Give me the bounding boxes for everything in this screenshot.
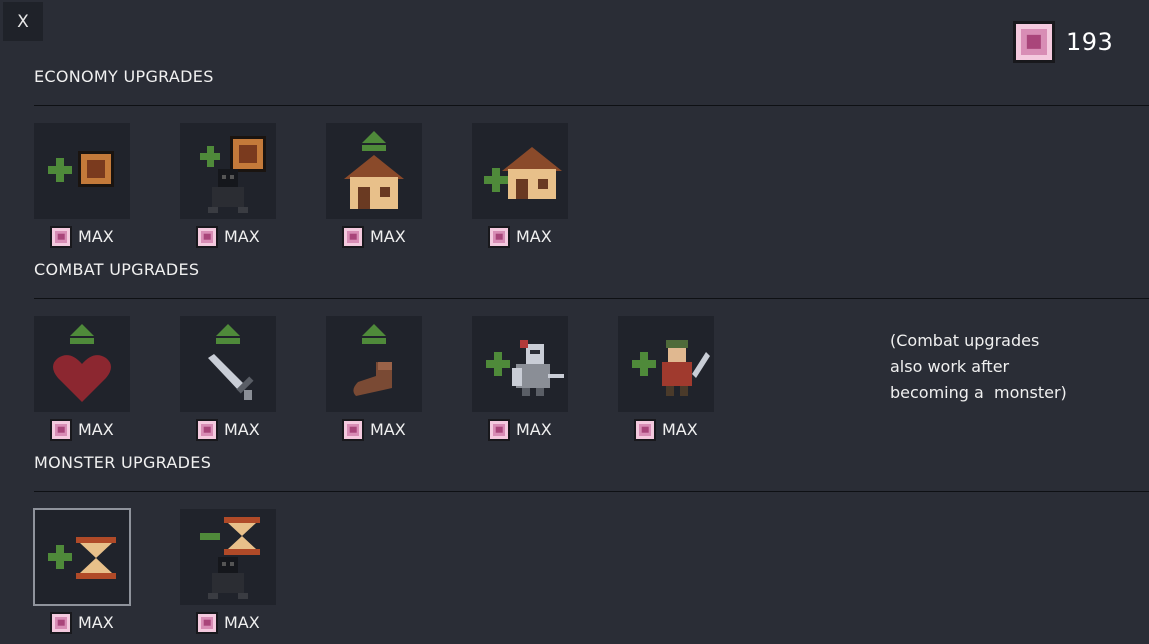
price-text: MAX [78, 613, 114, 632]
upgrade-house-icon [344, 131, 404, 209]
price-label: MAX [196, 611, 260, 634]
price-label: MAX [196, 225, 260, 248]
price-label: MAX [342, 418, 406, 441]
combat-note: (Combat upgrades also work after becomin… [890, 328, 1090, 406]
close-button[interactable]: X [3, 2, 43, 41]
combat-divider [34, 298, 1149, 299]
upgrade-card-upgrade-house[interactable] [326, 123, 422, 219]
price-text: MAX [662, 420, 698, 439]
upgrade-card-plus-house[interactable] [472, 123, 568, 219]
note-line: becoming a monster) [890, 383, 1067, 402]
gem-icon [488, 418, 510, 441]
upgrade-sword-icon [208, 324, 254, 400]
upgrade-card-upgrade-sword[interactable] [180, 316, 276, 412]
upgrade-card-plus-archer[interactable] [618, 316, 714, 412]
gem-icon [1013, 21, 1055, 63]
gem-icon [196, 225, 218, 248]
upgrade-card-plus-hourglass[interactable] [33, 508, 131, 606]
price-label: MAX [488, 225, 552, 248]
price-text: MAX [516, 420, 552, 439]
price-label: MAX [50, 611, 114, 634]
price-text: MAX [370, 420, 406, 439]
currency-display: 193 [1013, 21, 1114, 63]
upgrade-boot-icon [353, 324, 392, 396]
price-label: MAX [342, 225, 406, 248]
price-text: MAX [224, 227, 260, 246]
price-text: MAX [370, 227, 406, 246]
plus-knight-icon [486, 340, 564, 396]
price-text: MAX [224, 613, 260, 632]
upgrade-card-plus-knight[interactable] [472, 316, 568, 412]
upgrade-card-upgrade-boot[interactable] [326, 316, 422, 412]
gem-icon [342, 418, 364, 441]
gem-icon [488, 225, 510, 248]
price-label: MAX [634, 418, 698, 441]
plus-house-icon [484, 147, 562, 199]
monster-divider [34, 491, 1149, 492]
price-text: MAX [78, 420, 114, 439]
plus-gem-icon [48, 151, 114, 187]
gem-icon [50, 225, 72, 248]
monster-section-title: MONSTER UPGRADES [34, 453, 212, 472]
price-text: MAX [516, 227, 552, 246]
note-line: also work after [890, 357, 1010, 376]
price-text: MAX [224, 420, 260, 439]
minus-hourglass-monster-icon [200, 517, 260, 599]
combat-section-title: COMBAT UPGRADES [34, 260, 200, 279]
price-label: MAX [196, 418, 260, 441]
upgrade-card-plus-gem-villager[interactable] [180, 123, 276, 219]
price-label: MAX [488, 418, 552, 441]
price-label: MAX [50, 225, 114, 248]
gem-icon [196, 611, 218, 634]
economy-divider [34, 105, 1149, 106]
plus-archer-icon [632, 340, 710, 396]
gem-icon [342, 225, 364, 248]
gem-icon [50, 418, 72, 441]
upgrade-card-plus-gem[interactable] [34, 123, 130, 219]
upgrade-card-upgrade-heart[interactable] [34, 316, 130, 412]
price-label: MAX [50, 418, 114, 441]
note-line: (Combat upgrades [890, 331, 1040, 350]
plus-hourglass-icon [48, 537, 116, 579]
economy-section-title: ECONOMY UPGRADES [34, 67, 214, 86]
plus-gem-villager-icon [200, 136, 266, 213]
gem-icon [50, 611, 72, 634]
currency-amount: 193 [1066, 28, 1114, 56]
gem-icon [196, 418, 218, 441]
gem-icon [634, 418, 656, 441]
upgrade-card-minus-hourglass-monster[interactable] [180, 509, 276, 605]
upgrade-heart-icon [53, 324, 111, 402]
price-text: MAX [78, 227, 114, 246]
